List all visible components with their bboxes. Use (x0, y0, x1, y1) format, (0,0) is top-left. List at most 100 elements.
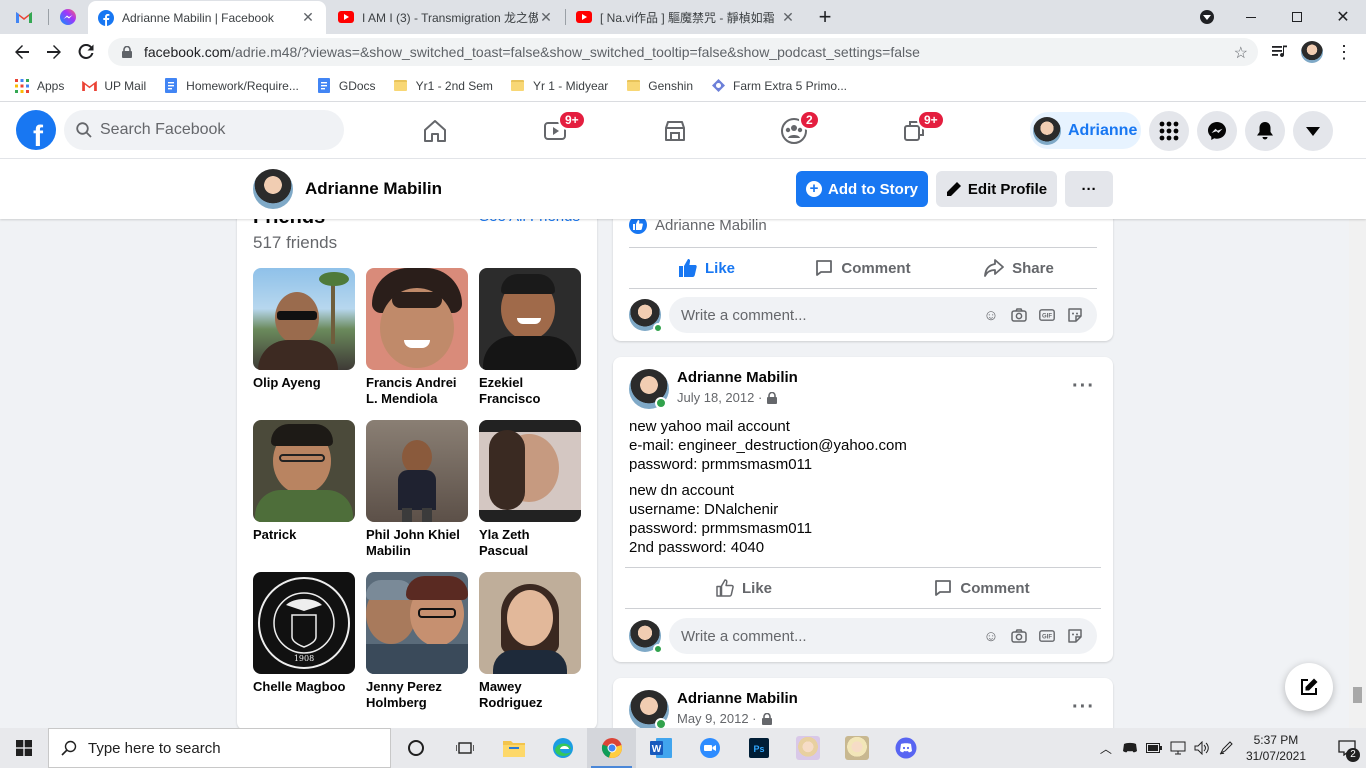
battery-tray-icon[interactable] (1142, 743, 1166, 753)
volume-tray-icon[interactable] (1190, 741, 1214, 755)
emoji-icon[interactable]: ☺ (977, 301, 1005, 329)
avatar[interactable] (253, 169, 293, 209)
profile-more-button[interactable]: ··· (1065, 171, 1113, 207)
system-clock[interactable]: 5:37 PM 31/07/2021 (1246, 732, 1306, 764)
restore-button[interactable] (1274, 0, 1320, 34)
sticker-icon[interactable] (1061, 301, 1089, 329)
gif-icon[interactable]: GIF (1033, 622, 1061, 650)
friend-tile[interactable]: Jenny Perez Holmberg (366, 572, 468, 711)
friend-tile[interactable]: Patrick (253, 420, 355, 543)
bookmark-folder-genshin[interactable]: Genshin (625, 78, 693, 94)
tab-search-button[interactable] (1184, 0, 1230, 34)
search-input[interactable] (100, 121, 320, 139)
messenger-button[interactable] (1197, 111, 1237, 151)
share-button[interactable]: Share (941, 248, 1097, 288)
close-tab-icon[interactable]: ✕ (780, 9, 796, 26)
bookmark-star-icon[interactable]: ☆ (1234, 43, 1248, 63)
address-bar[interactable]: facebook.com/adrie.m48/?viewas=&show_swi… (108, 38, 1258, 66)
post-options-button[interactable]: ··· (1072, 375, 1095, 398)
tab-facebook[interactable]: Adrianne Mabilin | Facebook ✕ (88, 1, 326, 34)
new-tab-button[interactable]: + (810, 0, 840, 34)
media-control-button[interactable] (1266, 38, 1294, 66)
nav-groups[interactable]: 2 (739, 110, 849, 152)
post-author[interactable]: Adrianne Mabilin (677, 690, 798, 707)
gif-icon[interactable]: GIF (1033, 301, 1061, 329)
bookmark-folder-yr1-2nd[interactable]: Yr1 - 2nd Sem (393, 78, 493, 94)
camera-icon[interactable] (1005, 622, 1033, 650)
post-author[interactable]: Adrianne Mabilin (677, 369, 798, 386)
friend-tile[interactable]: Yla Zeth Pascual (479, 420, 581, 559)
profile-shortcut[interactable]: Adrianne (1030, 112, 1141, 149)
reload-button[interactable] (72, 38, 100, 66)
taskbar-search[interactable]: Type here to search (48, 728, 391, 768)
friend-tile[interactable]: Ezekiel Francisco (479, 268, 581, 407)
tab-youtube-1[interactable]: I AM I (3) - Transmigration 龙之傲 ✕ (328, 0, 564, 34)
comment-box[interactable]: ☺ GIF (669, 618, 1097, 654)
comment-input[interactable] (681, 306, 977, 324)
nav-home[interactable] (380, 110, 490, 152)
account-button[interactable] (1293, 111, 1333, 151)
post-options-button[interactable]: ··· (1072, 696, 1095, 719)
show-hidden-icons-icon[interactable]: ︿ (1094, 740, 1118, 757)
edit-profile-button[interactable]: Edit Profile (936, 171, 1057, 207)
comment-button[interactable]: Comment (785, 248, 941, 288)
nav-watch[interactable]: 9+ (500, 110, 610, 152)
scrollbar-thumb[interactable] (1353, 687, 1362, 703)
bookmark-folder-yr1-midyear[interactable]: Yr 1 - Midyear (510, 78, 608, 94)
cortana-button[interactable] (391, 728, 440, 768)
genshin-app-1[interactable] (783, 728, 832, 768)
tab-youtube-2[interactable]: [ Na.vi作品 ] 驅魔禁咒 - 靜楨如霜 ✕ (566, 0, 806, 34)
pen-tray-icon[interactable] (1214, 741, 1238, 755)
discord-app[interactable] (881, 728, 930, 768)
bookmark-homework[interactable]: Homework/Require... (163, 78, 299, 94)
photoshop-app[interactable]: Ps (734, 728, 783, 768)
tab-gmail[interactable] (6, 0, 48, 34)
bookmark-up-mail[interactable]: UP Mail (81, 78, 146, 94)
post-date[interactable]: July 18, 2012 · (677, 390, 762, 405)
facebook-search[interactable] (64, 110, 344, 150)
chrome-menu-button[interactable]: ⋮ (1330, 38, 1358, 66)
emoji-icon[interactable]: ☺ (977, 622, 1005, 650)
comment-button[interactable]: Comment (863, 568, 1101, 608)
friend-tile[interactable]: 1908 Chelle Magboo (253, 572, 355, 695)
zoom-app[interactable] (685, 728, 734, 768)
facebook-logo-icon[interactable]: f (16, 110, 56, 150)
camera-icon[interactable] (1005, 301, 1033, 329)
nav-gaming[interactable]: 9+ (859, 110, 969, 152)
word-app[interactable]: W (636, 728, 685, 768)
sticker-icon[interactable] (1061, 622, 1089, 650)
profile-name[interactable]: Adrianne Mabilin (305, 179, 442, 199)
edge-app[interactable] (538, 728, 587, 768)
friend-tile[interactable]: Phil John Khiel Mabilin (366, 420, 468, 559)
bookmark-apps[interactable]: Apps (14, 78, 64, 94)
start-button[interactable] (0, 728, 48, 768)
like-button[interactable]: Like (629, 248, 785, 288)
bookmark-farm-extra[interactable]: Farm Extra 5 Primo... (710, 78, 847, 94)
page-scrollbar[interactable] (1349, 159, 1366, 728)
new-message-button[interactable] (1285, 663, 1333, 711)
chrome-app[interactable] (587, 728, 636, 768)
file-explorer-app[interactable] (489, 728, 538, 768)
minimize-button[interactable] (1228, 0, 1274, 34)
discord-tray-icon[interactable] (1118, 742, 1142, 754)
network-tray-icon[interactable] (1166, 741, 1190, 755)
friend-tile[interactable]: Olip Ayeng (253, 268, 355, 391)
genshin-app-2[interactable] (832, 728, 881, 768)
close-tab-icon[interactable]: ✕ (538, 9, 554, 26)
friend-tile[interactable]: Francis Andrei L. Mendiola (366, 268, 468, 407)
back-button[interactable] (8, 38, 36, 66)
comment-box[interactable]: ☺ GIF (669, 297, 1097, 333)
chrome-profile-button[interactable] (1298, 38, 1326, 66)
menu-button[interactable] (1149, 111, 1189, 151)
notification-center-button[interactable]: 2 (1332, 740, 1362, 762)
friend-tile[interactable]: Mawey Rodriguez (479, 572, 581, 711)
like-button[interactable]: Like (625, 568, 863, 608)
bookmark-gdocs[interactable]: GDocs (316, 78, 376, 94)
add-to-story-button[interactable]: + Add to Story (796, 171, 928, 207)
notifications-button[interactable] (1245, 111, 1285, 151)
task-view-button[interactable] (440, 728, 489, 768)
post-date[interactable]: May 9, 2012 · (677, 711, 757, 726)
tab-messenger[interactable] (50, 0, 88, 34)
close-tab-icon[interactable]: ✕ (300, 9, 316, 26)
comment-input[interactable] (681, 627, 977, 645)
